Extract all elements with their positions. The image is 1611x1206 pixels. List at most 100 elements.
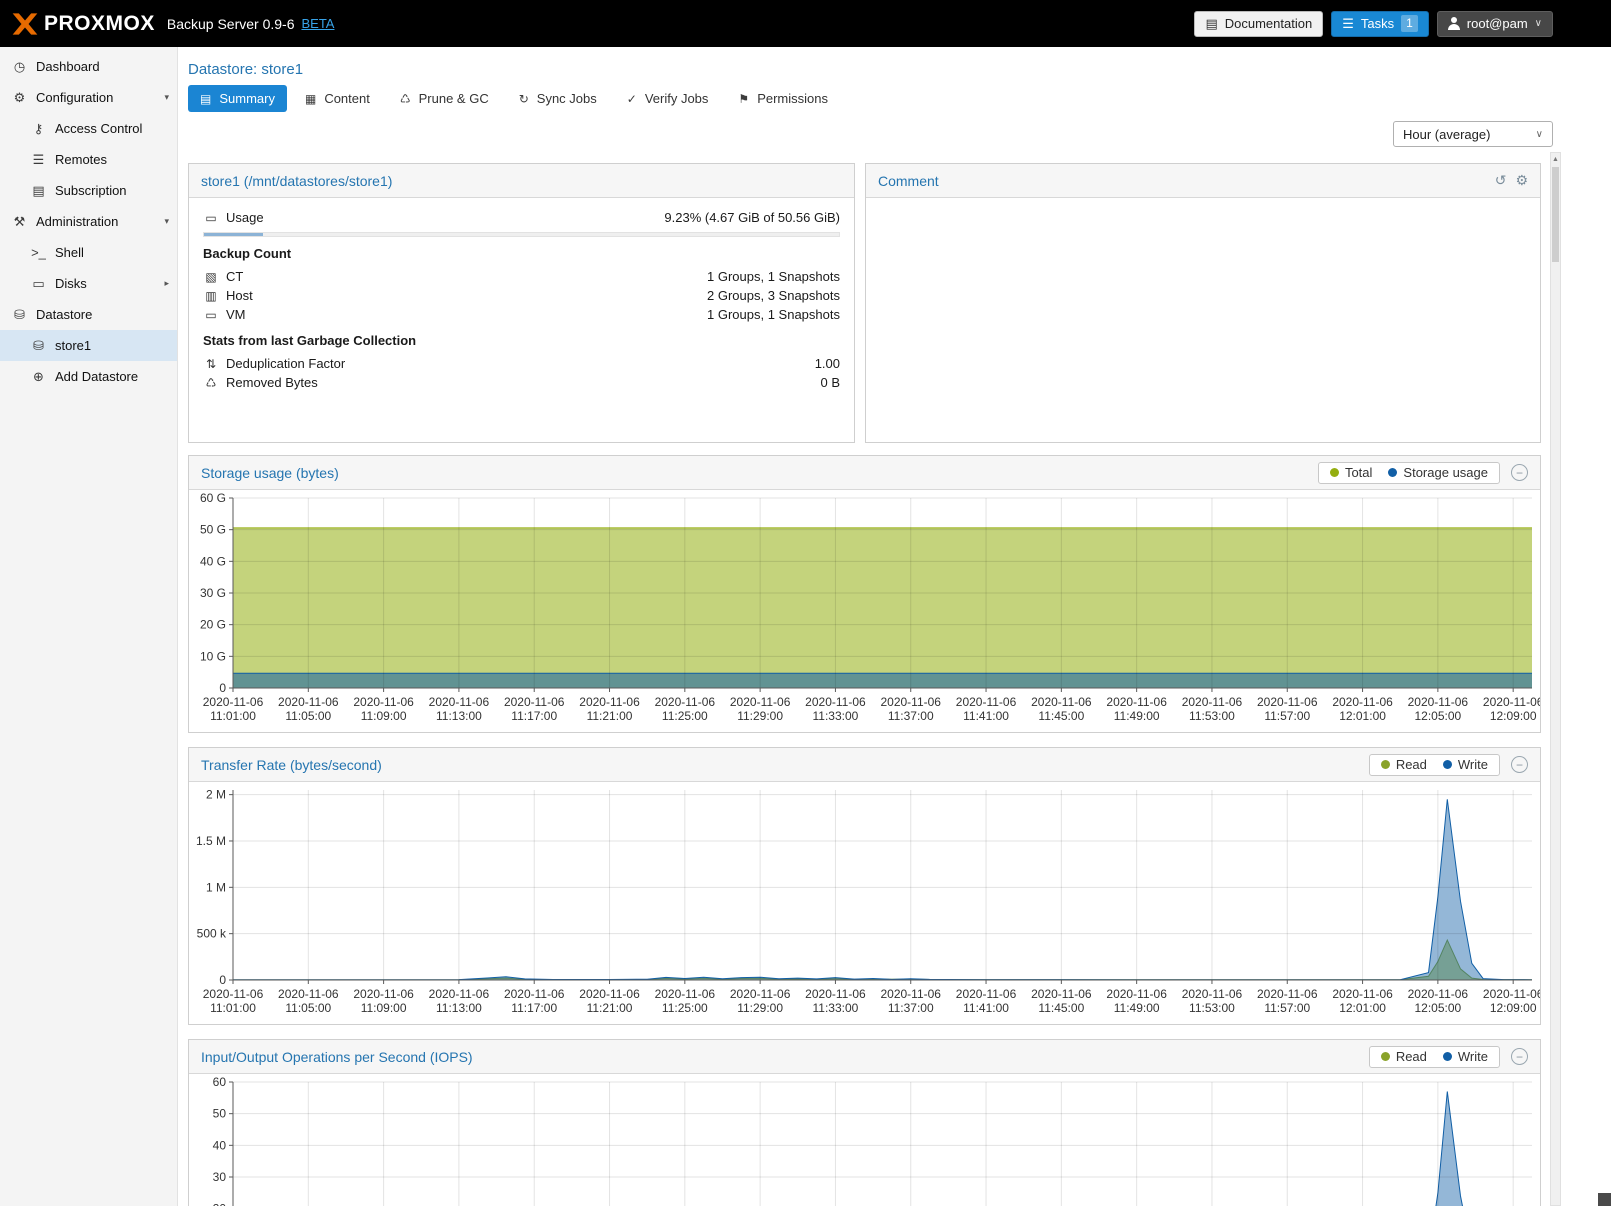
svg-text:30 G: 30 G [200,586,226,600]
svg-text:2020-11-06: 2020-11-06 [880,695,941,709]
plus-circle-icon: ⊕ [30,369,47,385]
legend-dot [1330,468,1339,477]
proxmox-x-icon [10,12,40,36]
tab-summary[interactable]: ▤ Summary [188,85,287,112]
svg-text:500 k: 500 k [197,927,227,941]
sidebar-item-administration[interactable]: ⚒ Administration ▾ [0,206,177,237]
sync-icon: ↻ [519,92,529,106]
svg-text:2020-11-06: 2020-11-06 [1106,695,1167,709]
svg-text:40: 40 [213,1138,227,1152]
comment-panel: Comment ↺ ⚙ [865,163,1541,443]
wrench-icon: ⚒ [11,214,28,230]
database-icon: ⛁ [11,307,28,323]
legend-item-read[interactable]: Read [1381,757,1427,772]
scrollbar-thumb[interactable] [1552,167,1559,262]
svg-text:11:17:00: 11:17:00 [511,1001,557,1015]
legend-item-write[interactable]: Write [1443,757,1488,772]
svg-text:11:13:00: 11:13:00 [436,1001,482,1015]
sidebar-item-store1[interactable]: ⛁ store1 [0,330,177,361]
datastore-summary-panel: store1 (/mnt/datastores/store1) ▭ Usage … [188,163,855,443]
svg-text:2020-11-06: 2020-11-06 [1106,987,1167,1001]
svg-text:20: 20 [213,1202,227,1206]
legend-item-storage-usage[interactable]: Storage usage [1388,465,1488,480]
svg-text:2020-11-06: 2020-11-06 [203,987,264,1001]
usage-row: ▭ Usage 9.23% (4.67 GiB of 50.56 GiB) [203,208,840,227]
svg-text:2020-11-06: 2020-11-06 [805,695,866,709]
ticket-icon: ▤ [30,183,47,199]
svg-text:10 G: 10 G [200,649,226,663]
sidebar-item-disks[interactable]: ▭ Disks ▸ [0,268,177,299]
svg-text:2020-11-06: 2020-11-06 [278,987,339,1001]
sidebar-item-subscription[interactable]: ▤ Subscription [0,175,177,206]
tab-sync-jobs[interactable]: ↻ Sync Jobs [507,85,609,112]
svg-text:40 G: 40 G [200,554,226,568]
beta-link[interactable]: BETA [301,16,334,31]
legend-item-read[interactable]: Read [1381,1049,1427,1064]
sidebar-item-add-datastore[interactable]: ⊕ Add Datastore [0,361,177,392]
sidebar-item-configuration[interactable]: ⚙ Configuration ▾ [0,82,177,113]
svg-text:11:21:00: 11:21:00 [587,1001,633,1015]
svg-text:2020-11-06: 2020-11-06 [203,695,264,709]
svg-text:2020-11-06: 2020-11-06 [956,987,1017,1001]
svg-text:11:21:00: 11:21:00 [587,709,633,723]
scroll-up-icon[interactable]: ▲ [1551,153,1560,166]
comment-body[interactable] [866,198,1540,218]
sidebar-item-shell[interactable]: >_ Shell [0,237,177,268]
svg-text:11:01:00: 11:01:00 [210,709,256,723]
svg-text:20 G: 20 G [200,618,226,632]
table-row: ▭ VM 1 Groups, 1 Snapshots [203,305,840,324]
documentation-button[interactable]: ▤ Documentation [1194,11,1323,37]
svg-text:11:49:00: 11:49:00 [1114,709,1160,723]
main-content: Datastore: store1 ▤ Summary ▦ Content ♺ … [178,47,1611,1206]
tasks-button[interactable]: ☰ Tasks 1 [1331,11,1429,37]
tab-verify-jobs[interactable]: ✓ Verify Jobs [615,85,721,112]
time-range-select[interactable]: Hour (average) ∨ [1393,121,1553,147]
collapse-icon[interactable]: − [1511,756,1528,773]
sidebar-item-access-control[interactable]: ⚷ Access Control [0,113,177,144]
svg-text:2 M: 2 M [206,788,226,802]
transfer-rate-chart: 0500 k1 M1.5 M2 M2020-11-0611:01:002020-… [189,782,1540,1024]
trash-icon: ♺ [203,376,219,390]
sidebar-item-remotes[interactable]: ☰ Remotes [0,144,177,175]
tab-prune-gc[interactable]: ♺ Prune & GC [388,85,501,112]
svg-text:11:49:00: 11:49:00 [1114,1001,1160,1015]
tab-permissions[interactable]: ⚑ Permissions [726,85,840,112]
collapse-icon[interactable]: − [1511,464,1528,481]
svg-text:11:25:00: 11:25:00 [662,1001,708,1015]
expander-down-icon[interactable]: ▾ [164,216,169,227]
sidebar-item-datastore[interactable]: ⛁ Datastore [0,299,177,330]
gear-icon[interactable]: ⚙ [1515,172,1528,189]
compress-icon: ⇅ [203,357,219,371]
svg-text:2020-11-06: 2020-11-06 [730,987,791,1001]
svg-text:12:09:00: 12:09:00 [1490,709,1537,723]
storage-usage-panel: Storage usage (bytes) Total Storage usag… [188,455,1541,733]
svg-text:2020-11-06: 2020-11-06 [353,695,414,709]
database-icon: ⛁ [30,338,47,354]
legend-item-write[interactable]: Write [1443,1049,1488,1064]
disk-icon: ▭ [30,276,47,292]
panel-header: store1 (/mnt/datastores/store1) [189,164,854,198]
gc-stats-heading: Stats from last Garbage Collection [203,333,840,348]
user-menu-button[interactable]: root@pam ∨ [1437,11,1553,37]
usage-value: 9.23% (4.67 GiB of 50.56 GiB) [664,210,840,225]
table-row: ▥ Host 2 Groups, 3 Snapshots [203,286,840,305]
svg-text:50: 50 [213,1107,227,1121]
chart-legend: Total Storage usage [1318,462,1500,484]
refresh-icon[interactable]: ↺ [1495,172,1507,189]
product-version: Backup Server 0.9-6 [167,16,295,32]
panel-header: Storage usage (bytes) Total Storage usag… [189,456,1540,490]
remotes-icon: ☰ [30,152,47,168]
vertical-scrollbar[interactable]: ▲ [1550,152,1561,1206]
sidebar-item-dashboard[interactable]: ◷ Dashboard [0,51,177,82]
svg-text:11:41:00: 11:41:00 [963,1001,1009,1015]
panel-header: Transfer Rate (bytes/second) Read Write … [189,748,1540,782]
svg-text:2020-11-06: 2020-11-06 [805,987,866,1001]
expander-down-icon[interactable]: ▾ [164,92,169,103]
transfer-rate-panel: Transfer Rate (bytes/second) Read Write … [188,747,1541,1025]
svg-text:11:37:00: 11:37:00 [888,709,934,723]
tab-content[interactable]: ▦ Content [293,85,382,112]
legend-dot [1381,760,1390,769]
collapse-icon[interactable]: − [1511,1048,1528,1065]
legend-item-total[interactable]: Total [1330,465,1372,480]
expander-right-icon[interactable]: ▸ [164,278,169,289]
